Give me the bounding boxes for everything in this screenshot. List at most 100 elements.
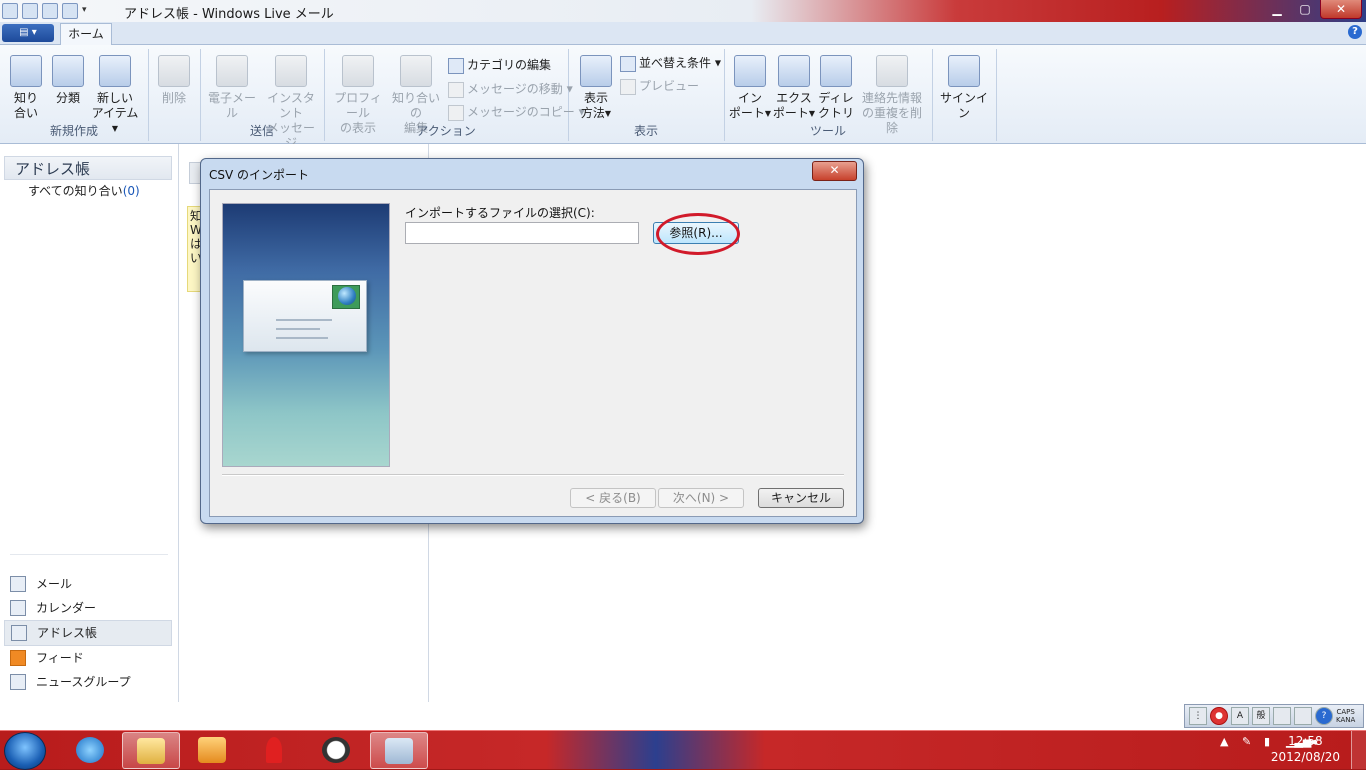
app-icon[interactable] (2, 3, 18, 19)
ime-mode[interactable]: A (1231, 707, 1249, 725)
nav-item-address-book[interactable]: アドレス帳 (4, 620, 172, 646)
taskbar-media-player[interactable] (184, 732, 240, 767)
export-icon (778, 55, 810, 87)
contact-card-icon (10, 55, 42, 87)
ime-tools-icon[interactable] (1294, 707, 1312, 725)
edit-category-button[interactable]: カテゴリの編集 (448, 55, 551, 75)
group-signin: サインイン (932, 49, 997, 141)
dedupe-icon (876, 55, 908, 87)
taskbar-pin-app[interactable] (246, 732, 302, 767)
group-tools: イン ポート▼ エクス ポート▼ ディレ クトリ 連絡先情報 の重複を削除 ツー… (724, 49, 933, 141)
cancel-button[interactable]: キャンセル (758, 488, 844, 508)
dialog-body: インポートするファイルの選択(C): 参照(R)... < 戻る(B) 次へ(N… (209, 189, 857, 517)
import-button[interactable]: イン ポート▼ (728, 53, 772, 121)
edit-contact-icon (400, 55, 432, 87)
group-new: 知り 合い 分類 新しい アイテム▼ 新規作成 (0, 49, 149, 141)
nav-item-newsgroups[interactable]: ニュースグループ (4, 670, 172, 694)
address-book-icon (11, 625, 27, 641)
window-title-bar: ▾ アドレス帳 - Windows Live メール ▁ ▢ ✕ (0, 0, 1366, 23)
preview-button[interactable]: プレビュー (620, 76, 699, 96)
view-list-icon (580, 55, 612, 87)
email-button[interactable]: 電子メール (204, 53, 260, 121)
taskbar: ▲ ✎ ▮ ▁▃▅ ◄ 12:58 2012/08/20 (0, 730, 1366, 770)
new-category-button[interactable]: 分類 (46, 53, 90, 106)
taskbar-live-mail[interactable] (370, 732, 428, 769)
app-menu-button[interactable]: ▤ ▾ (2, 24, 54, 42)
group-label-new: 新規作成 (49, 124, 98, 138)
nav-item-feeds[interactable]: フィード (4, 646, 172, 670)
chevron-down-icon: ▼ (714, 58, 721, 68)
start-button[interactable] (4, 732, 46, 770)
help-icon[interactable]: ? (1348, 25, 1362, 39)
sync-icon[interactable] (42, 3, 58, 19)
new-item-icon (99, 55, 131, 87)
dialog-close-button[interactable]: ✕ (812, 161, 857, 181)
taskbar-explorer[interactable] (122, 732, 180, 769)
close-button[interactable]: ✕ (1320, 0, 1362, 19)
dialog-divider (222, 474, 844, 476)
copy-message-button[interactable]: メッセージのコピー ▼ (448, 102, 585, 122)
ime-icon[interactable]: ● (1210, 707, 1228, 725)
sort-button[interactable]: 並べ替え条件 ▼ (620, 53, 721, 73)
print-icon[interactable] (62, 3, 78, 19)
taskbar-ie[interactable] (62, 732, 118, 767)
ribbon: 知り 合い 分類 新しい アイテム▼ 新規作成 削除 電子メール インスタント … (0, 45, 1366, 150)
display-mode-button[interactable]: 表示 方法▼ (574, 53, 618, 121)
maximize-button[interactable]: ▢ (1292, 0, 1318, 18)
profile-icon (342, 55, 374, 87)
new-icon[interactable] (22, 3, 38, 19)
browse-button[interactable]: 参照(R)... (653, 222, 739, 244)
sort-icon (620, 55, 636, 72)
clock[interactable]: 12:58 2012/08/20 (1271, 733, 1340, 765)
group-view: 表示 方法▼ 並べ替え条件 ▼ プレビュー 表示 (568, 49, 725, 141)
grip-icon[interactable]: ⋮ (1189, 707, 1207, 725)
show-desktop-button[interactable] (1351, 731, 1366, 769)
export-button[interactable]: エクス ポート▼ (772, 53, 816, 121)
file-select-label: インポートするファイルの選択(C): (405, 206, 595, 220)
media-player-icon (198, 736, 226, 763)
chevron-down-icon[interactable]: ▾ (82, 3, 92, 17)
group-label-actions: アクション (416, 124, 476, 138)
pushpin-icon (266, 736, 282, 763)
status-strip: ⋮ ● A 般 ? CAPS KANA (0, 702, 1366, 730)
csv-import-dialog: CSV のインポート ✕ インポートするファイルの選択(C): 参照(R)...… (200, 158, 864, 524)
dialog-title: CSV のインポート (209, 168, 310, 182)
pin-icon[interactable]: ✎ (1242, 735, 1254, 748)
next-button[interactable]: 次へ(N) > (658, 488, 744, 508)
address-book-header[interactable]: アドレス帳 (4, 156, 172, 180)
move-message-button[interactable]: メッセージの移動 ▼ (448, 79, 573, 99)
folder-pane: アドレス帳 すべての知り合い(0) メール カレンダー アドレス帳 フィード ニ… (0, 144, 179, 702)
help-icon[interactable]: ? (1315, 707, 1333, 725)
ime-conversion[interactable]: 般 (1252, 707, 1270, 725)
group-label-tools: ツール (809, 124, 846, 138)
tab-home[interactable]: ホーム (60, 23, 112, 45)
minimize-button[interactable]: ▁ (1264, 0, 1290, 18)
taskbar-clock-app[interactable] (308, 732, 364, 767)
nav-item-calendar[interactable]: カレンダー (4, 596, 172, 620)
envelope-icon (216, 55, 248, 87)
nav-item-mail[interactable]: メール (4, 572, 172, 596)
clock-icon (322, 736, 350, 763)
delete-x-icon (158, 55, 190, 87)
copy-icon (448, 104, 464, 121)
divider (10, 554, 168, 555)
file-path-input[interactable] (405, 222, 639, 244)
new-contact-button[interactable]: 知り 合い (4, 53, 48, 121)
sign-in-button[interactable]: サインイン (938, 53, 990, 121)
group-label-send: 送信 (249, 124, 274, 138)
user-icon (948, 55, 980, 87)
show-hidden-icons-icon[interactable]: ▲ (1220, 735, 1232, 748)
chevron-down-icon: ▼ (764, 109, 772, 118)
import-icon (734, 55, 766, 87)
nav-list: メール カレンダー アドレス帳 フィード ニュースグループ (4, 572, 172, 694)
group-send: 電子メール インスタント メッセージ 送信 (200, 49, 325, 150)
group-delete: 削除 (148, 49, 201, 141)
group-actions: プロフィール の表示 知り合いの 編集 カテゴリの編集 メッセージの移動 ▼ メ… (324, 49, 585, 141)
window-title: アドレス帳 - Windows Live メール (124, 7, 334, 22)
ribbon-tab-row: ▤ ▾ ホーム ? (0, 22, 1366, 45)
back-button[interactable]: < 戻る(B) (570, 488, 656, 508)
all-contacts-item[interactable]: すべての知り合い(0) (28, 182, 140, 199)
ime-pad-icon[interactable] (1273, 707, 1291, 725)
directory-button[interactable]: ディレ クトリ (814, 53, 858, 121)
delete-button[interactable]: 削除 (152, 53, 196, 106)
